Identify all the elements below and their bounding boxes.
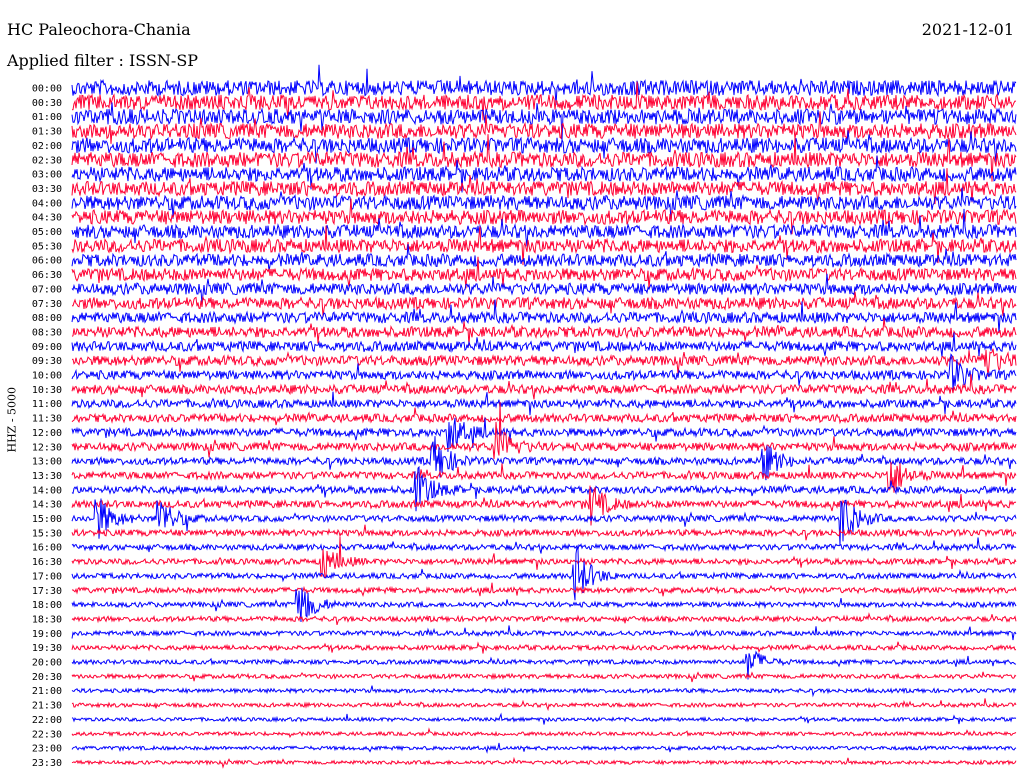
tick-label: 23:00 xyxy=(32,744,62,755)
tick-label: 06:00 xyxy=(32,256,62,267)
tick-label: 22:00 xyxy=(32,715,62,726)
tick-label: 13:00 xyxy=(32,457,62,468)
tick-label: 09:00 xyxy=(32,342,62,353)
tick-label: 07:00 xyxy=(32,284,62,295)
tick-label: 04:00 xyxy=(32,198,62,209)
tick-label: 05:00 xyxy=(32,227,62,238)
channel-axis-label: HHZ - 5000 xyxy=(5,386,19,453)
tick-label: 01:00 xyxy=(32,112,62,123)
tick-label: 16:00 xyxy=(32,543,62,554)
tick-label: 20:30 xyxy=(32,672,62,683)
tick-label: 21:00 xyxy=(32,686,62,697)
tick-label: 16:30 xyxy=(32,557,62,568)
tick-label: 00:30 xyxy=(32,98,62,109)
tick-label: 09:30 xyxy=(32,356,62,367)
tick-label: 06:30 xyxy=(32,270,62,281)
helicorder-plot: 00:00 00:30 01:00 01:30 02:00 02:30 03:00 03:30… xyxy=(0,0,1024,780)
tick-label: 20:00 xyxy=(32,658,62,669)
tick-label: 04:30 xyxy=(32,213,62,224)
tick-label: 13:30 xyxy=(32,471,62,482)
tick-label: 23:30 xyxy=(32,758,62,769)
tick-label: 07:30 xyxy=(32,299,62,310)
tick-label: 11:30 xyxy=(32,414,62,425)
tick-label: 05:30 xyxy=(32,241,62,252)
tick-label: 14:30 xyxy=(32,500,62,511)
date-label: 2021-12-01 xyxy=(921,20,1014,39)
tick-label: 12:00 xyxy=(32,428,62,439)
tick-label: 08:30 xyxy=(32,327,62,338)
tick-label: 03:30 xyxy=(32,184,62,195)
tick-label: 12:30 xyxy=(32,442,62,453)
tick-label: 08:00 xyxy=(32,313,62,324)
tick-label: 19:00 xyxy=(32,629,62,640)
tick-label: 22:30 xyxy=(32,729,62,740)
tick-label: 18:00 xyxy=(32,600,62,611)
tick-label: 15:00 xyxy=(32,514,62,525)
tick-label: 01:30 xyxy=(32,127,62,138)
tick-label: 17:00 xyxy=(32,571,62,582)
tick-label: 10:30 xyxy=(32,385,62,396)
tick-label: 00:00 xyxy=(32,84,62,95)
tick-label: 11:00 xyxy=(32,399,62,410)
tick-label: 19:30 xyxy=(32,643,62,654)
tick-label: 02:00 xyxy=(32,141,62,152)
tick-label: 10:00 xyxy=(32,371,62,382)
tick-label: 17:30 xyxy=(32,586,62,597)
tick-label: 18:30 xyxy=(32,614,62,625)
station-title: HC Paleochora-Chania xyxy=(7,20,191,39)
tick-label: 03:00 xyxy=(32,170,62,181)
tick-label: 15:30 xyxy=(32,528,62,539)
tick-label: 02:30 xyxy=(32,155,62,166)
tick-label: 21:30 xyxy=(32,701,62,712)
tick-label: 14:00 xyxy=(32,485,62,496)
filter-label: Applied filter : ISSN-SP xyxy=(7,51,199,70)
